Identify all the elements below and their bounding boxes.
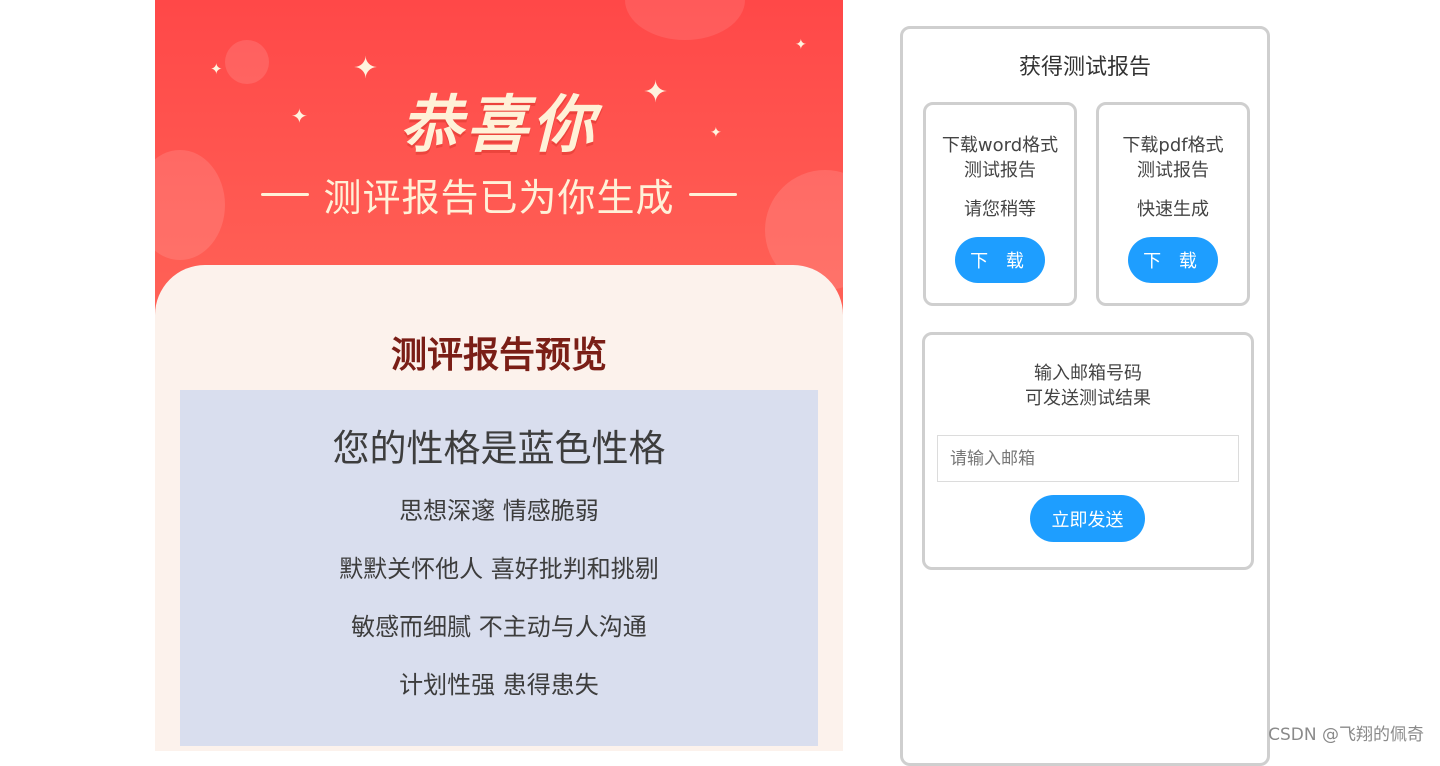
trait-line: 默默关怀他人 喜好批判和挑剔 [339, 555, 659, 583]
sparkle-icon: ✦ [795, 37, 807, 53]
divider-line [688, 192, 737, 196]
report-title: 获得测试报告 [1018, 55, 1151, 80]
word-label-line1: 下载word格式 [941, 135, 1059, 156]
banner-subtitle: 测评报告已为你生成 [323, 175, 675, 220]
preview-box: 您的性格是蓝色性格 思想深邃 情感脆弱 默默关怀他人 喜好批判和挑剔 敏感而细腻… [180, 390, 818, 746]
pdf-download-button[interactable]: 下 载 [1128, 237, 1218, 283]
report-card: 获得测试报告 下载word格式 测试报告 请您稍等 下 载 下载pdf格式 测试… [900, 26, 1270, 766]
preview-title: 测评报告预览 [390, 335, 607, 376]
pdf-label-line1: 下载pdf格式 [1122, 135, 1224, 156]
email-instruction-line1: 输入邮箱号码 [1034, 363, 1142, 384]
word-download-label: 下载word格式 测试报告 [926, 133, 1074, 183]
trait-line: 计划性强 患得患失 [399, 671, 599, 699]
personality-headline: 您的性格是蓝色性格 [332, 427, 666, 470]
pdf-status: 快速生成 [1137, 199, 1209, 220]
word-status: 请您稍等 [964, 199, 1036, 220]
word-label-line2: 测试报告 [964, 160, 1036, 181]
subtitle-row: 测评报告已为你生成 [155, 166, 843, 222]
word-download-card: 下载word格式 测试报告 请您稍等 下 载 [923, 102, 1077, 306]
congrats-title: 恭喜你 [399, 88, 598, 161]
word-download-button[interactable]: 下 载 [955, 237, 1045, 283]
send-button[interactable]: 立即发送 [1030, 495, 1145, 542]
trait-line: 思想深邃 情感脆弱 [399, 497, 599, 525]
watermark: CSDN @飞翔的佩奇 [1268, 725, 1424, 745]
trait-line: 敏感而细腻 不主动与人沟通 [351, 613, 647, 641]
result-card: ✦ ✦ ✦ ✦ ✦ ✦ 恭喜你 测评报告已为你生成 测评报告预览 您的性格是蓝色… [155, 0, 843, 751]
decor-bubble [625, 0, 745, 40]
email-input[interactable] [937, 435, 1239, 482]
email-instruction-line2: 可发送测试结果 [1025, 388, 1151, 409]
pdf-label-line2: 测试报告 [1137, 160, 1209, 181]
email-card: 输入邮箱号码 可发送测试结果 立即发送 [922, 332, 1254, 570]
divider-line [261, 192, 310, 196]
pdf-download-card: 下载pdf格式 测试报告 快速生成 下 载 [1096, 102, 1250, 306]
email-instructions: 输入邮箱号码 可发送测试结果 [925, 361, 1251, 411]
pdf-download-label: 下载pdf格式 测试报告 [1099, 133, 1247, 183]
